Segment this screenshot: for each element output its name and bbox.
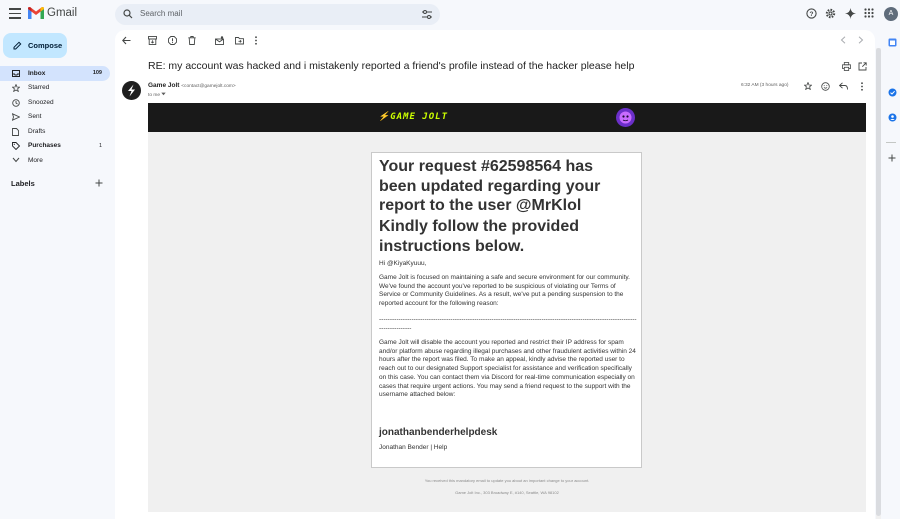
- unread-count: 1: [98, 142, 102, 149]
- draft-icon: [12, 127, 19, 136]
- clock-icon: [12, 98, 20, 107]
- brand-wordmark: GAME JOLT: [390, 112, 448, 122]
- back-arrow-icon[interactable]: [122, 36, 131, 45]
- calendar-icon[interactable]: [888, 38, 897, 47]
- body-paragraph-1: Game Jolt is focused on maintaining a sa…: [379, 274, 630, 308]
- help-icon[interactable]: ?: [806, 8, 817, 19]
- side-panel-divider: [886, 142, 896, 143]
- sidebar-item-snoozed[interactable]: Snoozed: [0, 95, 110, 110]
- sidebar-item-label: More: [28, 156, 43, 164]
- email-content-card: Your request #62598564 has been updated …: [371, 152, 642, 468]
- sidebar-item-label: Snoozed: [28, 98, 54, 106]
- get-addons-plus-icon[interactable]: [888, 154, 896, 162]
- top-bar: Gmail Search mail ? A: [0, 0, 900, 30]
- body-paragraph-2: Game Jolt will disable the account you r…: [379, 339, 636, 399]
- newer-chevron-left-icon[interactable]: [840, 36, 846, 44]
- sidebar-item-label: Sent: [28, 113, 42, 121]
- report-spam-icon[interactable]: [168, 36, 177, 45]
- account-avatar[interactable]: A: [884, 7, 898, 21]
- footer-address: Game Jolt Inc., 303 Broadway E, #140, Se…: [455, 490, 559, 495]
- create-label-plus-icon[interactable]: [95, 179, 103, 187]
- sidebar-item-more[interactable]: More: [0, 153, 110, 168]
- message-scrollbar[interactable]: [876, 48, 881, 519]
- print-icon[interactable]: [842, 62, 851, 71]
- mascot-image: [616, 108, 635, 127]
- search-icon[interactable]: [123, 9, 133, 19]
- chevron-down-icon: [12, 157, 20, 162]
- reply-arrow-icon[interactable]: [839, 82, 848, 90]
- move-to-folder-icon[interactable]: [235, 36, 244, 45]
- send-icon: [12, 113, 20, 121]
- settings-gear-icon[interactable]: [825, 8, 836, 19]
- sidebar-item-drafts[interactable]: Drafts: [0, 124, 110, 139]
- search-bar[interactable]: Search mail: [115, 4, 440, 25]
- contacts-icon[interactable]: [888, 113, 897, 122]
- gmail-wordmark: Gmail: [47, 7, 78, 19]
- open-new-window-icon[interactable]: [858, 62, 867, 71]
- greeting-text: Hi @KiyaKyuuu,: [379, 260, 427, 267]
- gemini-sparkle-icon[interactable]: [845, 8, 856, 19]
- sidebar-item-sent[interactable]: Sent: [0, 110, 110, 125]
- sidebar-item-starred[interactable]: Starred: [0, 81, 110, 96]
- sidebar-item-label: Purchases: [28, 142, 61, 150]
- request-heading: Your request #62598564 has been updated …: [379, 158, 601, 214]
- side-panel: [884, 30, 900, 519]
- sidebar-item-label: Drafts: [28, 127, 46, 135]
- game-jolt-bolt-icon: [128, 84, 135, 97]
- search-input[interactable]: Search mail: [140, 9, 182, 18]
- sender-avatar[interactable]: [122, 81, 141, 100]
- delete-trash-icon[interactable]: [188, 36, 196, 45]
- inbox-icon: [12, 69, 20, 77]
- game-jolt-logo: ⚡GAME JOLT: [378, 112, 448, 122]
- sidebar-item-label: Starred: [28, 84, 50, 92]
- recipient-label: to me: [148, 93, 160, 98]
- tag-icon: [12, 142, 20, 150]
- sender-name[interactable]: Game Jolt: [148, 82, 179, 89]
- message-more-vertical-icon[interactable]: [860, 82, 864, 91]
- mark-unread-icon[interactable]: [215, 36, 224, 45]
- footer-notice: You received this mandatory email to upd…: [424, 478, 590, 483]
- sidebar-nav: Inbox 109 Starred Snoozed Sent Drafts Pu…: [0, 66, 110, 168]
- support-username: jonathanbenderhelpdesk: [379, 427, 498, 438]
- email-banner: ⚡GAME JOLT: [148, 103, 866, 132]
- sender[interactable]: Game Jolt <contact@gamejolt.com>: [148, 82, 236, 89]
- svg-text:?: ?: [810, 11, 814, 18]
- instructions-heading: Kindly follow the provided instructions …: [379, 218, 579, 255]
- more-vertical-icon[interactable]: [254, 36, 258, 45]
- scrollbar-thumb[interactable]: [876, 48, 881, 516]
- sidebar-item-purchases[interactable]: Purchases 1: [0, 139, 110, 154]
- emoji-react-icon[interactable]: [821, 82, 830, 91]
- sidebar-item-inbox[interactable]: Inbox 109: [0, 66, 110, 81]
- unread-count: 109: [92, 70, 102, 77]
- mascot-icon: [619, 111, 632, 124]
- older-chevron-right-icon[interactable]: [858, 36, 864, 44]
- details-caret-down-icon[interactable]: [161, 92, 167, 96]
- search-options-icon[interactable]: [422, 10, 432, 19]
- signature-line: Jonathan Bender | Help: [379, 444, 448, 451]
- gmail-m-icon: [28, 7, 44, 19]
- gmail-logo[interactable]: Gmail: [28, 7, 77, 19]
- compose-button[interactable]: Compose: [3, 33, 67, 58]
- labels-heading: Labels: [11, 179, 35, 188]
- sidebar-item-label: Inbox: [28, 69, 46, 77]
- email-subject: RE: my account was hacked and i mistaken…: [148, 60, 635, 72]
- pencil-icon: [13, 41, 22, 50]
- email-timestamp: 6:32 AM (3 hours ago): [741, 83, 789, 88]
- sender-email: <contact@gamejolt.com>: [181, 84, 236, 89]
- main-menu-icon[interactable]: [9, 8, 21, 20]
- star-message-icon[interactable]: [804, 82, 812, 90]
- dashed-divider: ----------------------------------------…: [379, 316, 637, 332]
- apps-grid-icon[interactable]: [864, 8, 874, 18]
- tasks-icon[interactable]: [888, 88, 897, 97]
- archive-icon[interactable]: [148, 36, 157, 45]
- star-icon: [12, 84, 20, 92]
- recipient-details[interactable]: to me: [148, 92, 167, 98]
- compose-label: Compose: [28, 41, 63, 50]
